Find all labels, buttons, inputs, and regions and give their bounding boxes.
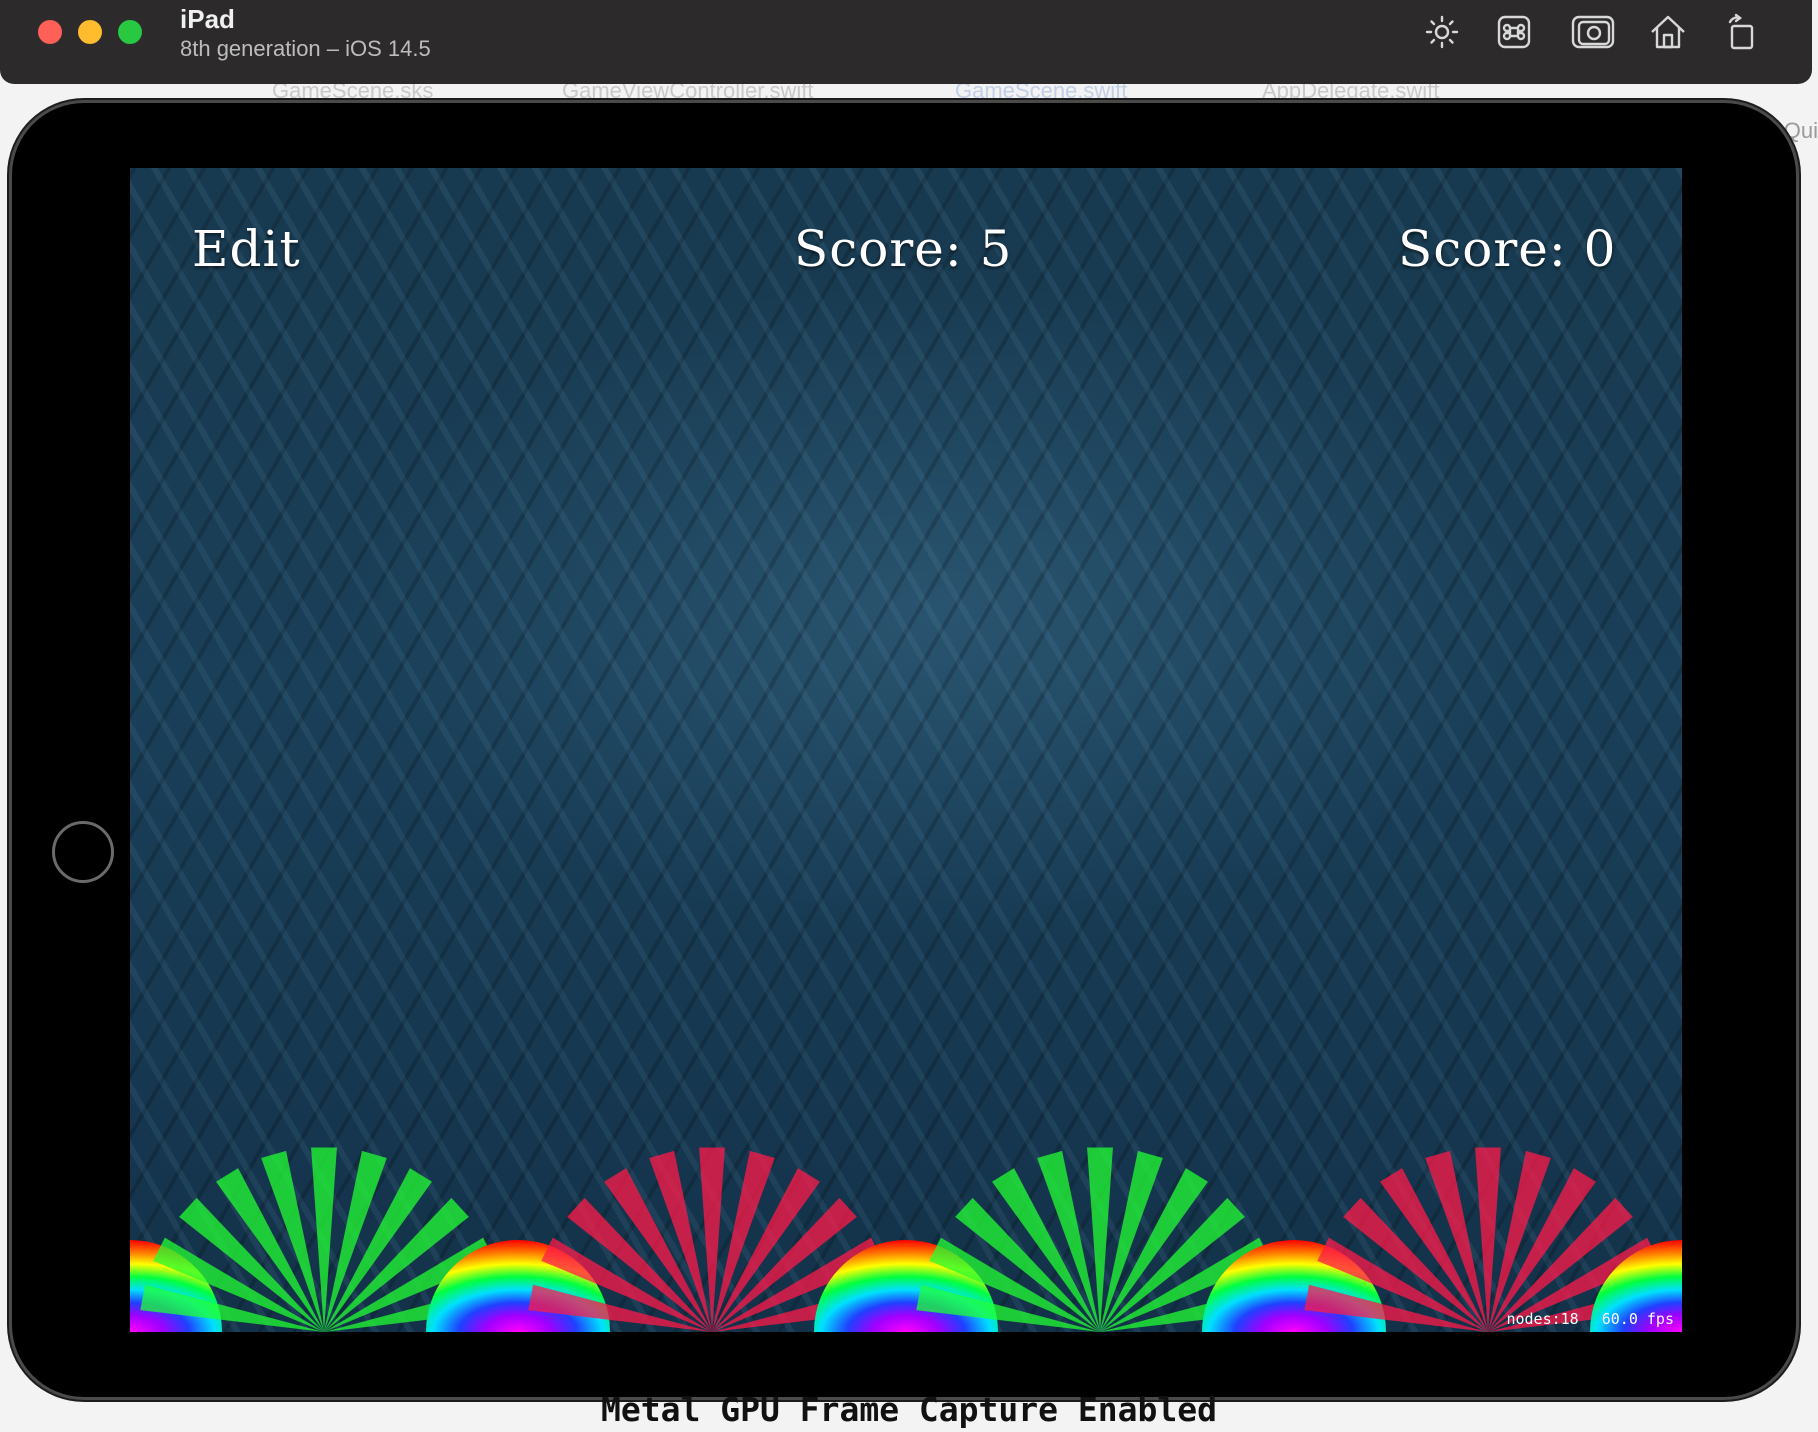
edit-button[interactable]: Edit	[192, 220, 301, 278]
bottom-effects	[130, 1147, 1682, 1332]
fps-readout: 60.0 fps	[1601, 1310, 1674, 1328]
command-key-icon[interactable]	[1494, 12, 1534, 52]
close-button[interactable]	[38, 20, 62, 44]
node-count: nodes:18	[1506, 1310, 1579, 1328]
score-label-left: Score: 5	[794, 220, 1013, 278]
rainbow-arc	[1202, 1240, 1386, 1332]
rainbow-arc	[426, 1240, 610, 1332]
home-icon[interactable]	[1648, 12, 1688, 52]
device-name: iPad	[180, 4, 235, 34]
score-label-right: Score: 0	[1398, 220, 1617, 278]
brightness-icon[interactable]	[1422, 12, 1462, 52]
gpu-capture-banner: Metal GPU Frame Capture Enabled	[601, 1390, 1217, 1429]
game-scene[interactable]: Edit Score: 5 Score: 0 nodes:18 60.0 fps	[130, 168, 1682, 1332]
rotate-icon[interactable]	[1722, 12, 1762, 52]
debug-stats: nodes:18 60.0 fps	[1492, 1310, 1674, 1328]
home-button[interactable]	[52, 821, 114, 883]
minimize-button[interactable]	[78, 20, 102, 44]
rainbow-arc	[814, 1240, 998, 1332]
simulator-titlebar: iPad 8th generation – iOS 14.5	[0, 0, 1812, 84]
device-detail: 8th generation – iOS 14.5	[180, 36, 431, 61]
zoom-button[interactable]	[118, 20, 142, 44]
screenshot-camera-icon[interactable]	[1570, 12, 1616, 52]
xcode-right-edge-text: Qui	[1783, 118, 1818, 143]
